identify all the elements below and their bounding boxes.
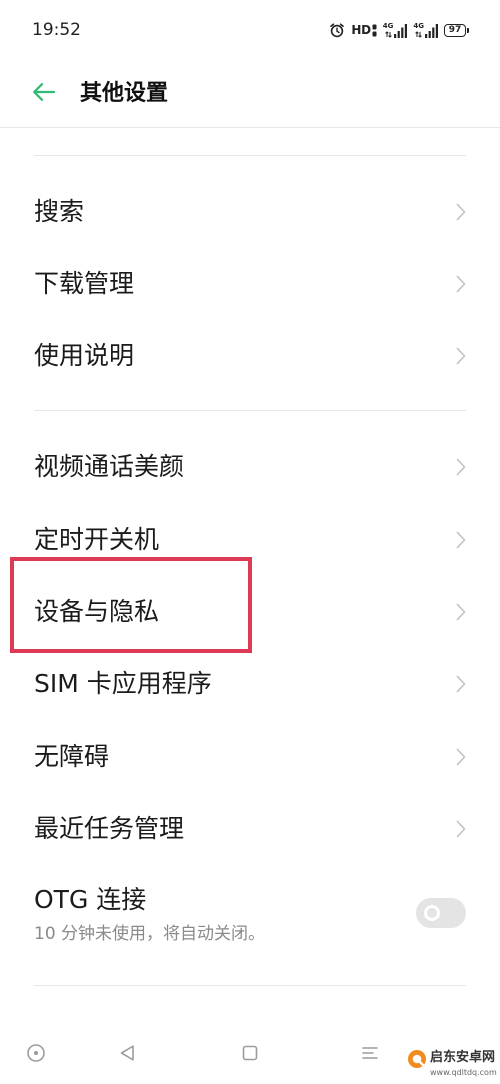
signal-icon-sim2: 4G <box>413 22 438 38</box>
list-item-sim-apps[interactable]: SIM 卡应用程序 <box>0 648 500 720</box>
item-label: 使用说明 <box>34 341 135 370</box>
item-label: 定时开关机 <box>34 524 160 554</box>
otg-toggle[interactable] <box>416 898 466 929</box>
toggle-knob <box>424 905 440 922</box>
chevron-right-icon <box>456 748 466 766</box>
signal-icon-sim1: 4G <box>383 22 408 38</box>
back-button[interactable] <box>30 82 58 106</box>
network-type-label: 4G <box>382 22 394 30</box>
battery-level: 97 <box>448 25 462 35</box>
nav-recents-icon[interactable] <box>359 1042 381 1064</box>
list-item-device-privacy[interactable]: 设备与隐私 <box>0 576 500 648</box>
otg-label: OTG 连接 <box>34 885 147 915</box>
status-bar: 19:52 HD 4G 4G 97 <box>0 0 500 60</box>
nav-back-icon[interactable] <box>117 1042 139 1064</box>
watermark-url: www.qdltdq.com <box>430 1068 497 1077</box>
hd-voice-icon: HD <box>351 23 377 37</box>
watermark: 启东安卓网 www.qdltdq.com <box>404 1040 500 1084</box>
settings-section-2: 视频通话美颜 定时开关机 设备与隐私 SIM 卡应用程序 无障碍 最近任务管理 … <box>0 411 500 985</box>
chevron-right-icon <box>456 675 466 693</box>
chevron-right-icon <box>456 347 466 365</box>
page-title: 其他设置 <box>80 81 169 106</box>
nav-hide-icon[interactable] <box>25 1042 47 1064</box>
item-label: 搜索 <box>34 197 85 226</box>
list-item-otg[interactable]: OTG 连接 10 分钟未使用，将自动关闭。 <box>0 865 500 969</box>
chevron-right-icon <box>456 531 466 549</box>
list-item-video-call-beauty[interactable]: 视频通话美颜 <box>0 431 500 503</box>
chevron-right-icon <box>456 203 466 221</box>
list-item-recent-tasks[interactable]: 最近任务管理 <box>0 793 500 865</box>
item-label: SIM 卡应用程序 <box>34 669 212 699</box>
app-header: 其他设置 <box>0 60 500 128</box>
list-item-scheduled-power[interactable]: 定时开关机 <box>0 503 500 575</box>
chevron-right-icon <box>456 458 466 476</box>
status-time: 19:52 <box>32 20 81 40</box>
alarm-icon <box>329 22 345 38</box>
item-label: 视频通话美颜 <box>34 452 185 482</box>
status-icons: HD 4G 4G 97 <box>329 21 469 39</box>
watermark-logo-icon <box>407 1049 427 1069</box>
settings-section-1: 搜索 下载管理 使用说明 <box>0 156 500 410</box>
arrow-left-icon <box>32 82 56 106</box>
item-label: 设备与隐私 <box>34 596 160 626</box>
chevron-right-icon <box>456 275 466 293</box>
item-label: 最近任务管理 <box>34 814 185 844</box>
network-type-label: 4G <box>413 22 424 30</box>
battery-icon: 97 <box>444 23 469 37</box>
hd-label: HD <box>351 23 371 37</box>
list-item-download-manager[interactable]: 下载管理 <box>0 248 500 320</box>
item-label: 无障碍 <box>34 741 110 771</box>
otg-subtitle: 10 分钟未使用，将自动关闭。 <box>34 924 266 945</box>
list-item-search[interactable]: 搜索 <box>0 176 500 248</box>
settings-list: 搜索 下载管理 使用说明 视频通话美颜 定时开关机 设备与隐私 SIM 卡应用程… <box>0 128 500 987</box>
chevron-right-icon <box>456 820 466 838</box>
section-divider <box>34 985 466 987</box>
item-label: 下载管理 <box>34 269 135 298</box>
nav-home-icon[interactable] <box>239 1042 261 1064</box>
list-item-user-guide[interactable]: 使用说明 <box>0 320 500 392</box>
list-item-accessibility[interactable]: 无障碍 <box>0 721 500 793</box>
watermark-name: 启东安卓网 <box>430 1050 496 1065</box>
chevron-right-icon <box>456 603 466 621</box>
